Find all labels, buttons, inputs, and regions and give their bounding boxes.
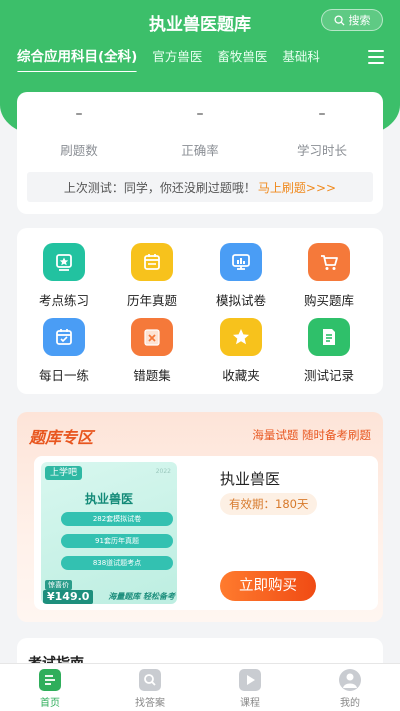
feature-label: 模拟试卷 (215, 293, 266, 308)
stat-value: – (75, 106, 83, 122)
badge-icon (43, 243, 85, 281)
cover-footer: 海量题库 轻松备考 (108, 592, 175, 601)
feature-label: 历年真题 (126, 293, 177, 308)
feature-test-records[interactable]: 测试记录 (293, 318, 365, 384)
feature-grid: 考点练习 历年真题 模拟试卷 购买题库 每日一练 错题集 收藏夹 测试记录 (17, 228, 383, 394)
nav-label: 我的 (340, 698, 360, 709)
stat-label: 学习时长 (296, 143, 347, 158)
nav-label: 课程 (240, 698, 260, 709)
question-bank-zone: 题库专区 海量试题 随时备考刷题 上学吧 2022 执业兽医 282套模拟试卷 … (17, 412, 383, 622)
feature-topic-practice[interactable]: 考点练习 (28, 243, 100, 309)
nav-profile[interactable]: 我的 (300, 664, 400, 711)
cover-title: 执业兽医 (84, 492, 133, 506)
stat-value: – (196, 106, 204, 122)
menu-icon[interactable] (368, 50, 384, 64)
tab-official-vet[interactable]: 官方兽医 (152, 46, 202, 72)
bottom-nav: 首页 找答案 课程 我的 (0, 663, 400, 711)
feature-mock-exam[interactable]: 模拟试卷 (205, 243, 277, 309)
feature-wrong-questions[interactable]: 错题集 (116, 318, 188, 384)
stats-card: – 刷题数 – 正确率 – 学习时长 上次测试：同学，你还没刷过题哦！ 马上刷题… (17, 92, 383, 214)
tab-comprehensive[interactable]: 综合应用科目(全科) (17, 46, 138, 72)
nav-label: 首页 (40, 698, 60, 709)
feature-label: 考点练习 (38, 293, 89, 308)
stat-label: 正确率 (181, 143, 219, 158)
wrong-book-icon (131, 318, 173, 356)
product-cover-image: 上学吧 2022 执业兽医 282套模拟试卷 91套历年真题 838道试题考点 … (41, 462, 177, 604)
cover-price: ¥149.0 (43, 590, 94, 604)
feature-buy-bank[interactable]: 购买题库 (293, 243, 365, 309)
calendar-icon (131, 243, 173, 281)
stat-label: 刷题数 (60, 143, 98, 158)
monitor-icon (220, 243, 262, 281)
course-icon (239, 669, 261, 691)
search-icon (333, 14, 345, 26)
calendar-check-icon (43, 318, 85, 356)
stat-value: – (318, 106, 326, 122)
product-name: 执业兽医 (220, 470, 281, 488)
feature-label: 购买题库 (303, 293, 354, 308)
start-practice-link[interactable]: 马上刷题>>> (258, 179, 336, 196)
cover-line: 91套历年真题 (61, 534, 173, 548)
cover-small-text: 2022 (155, 468, 171, 475)
feature-daily-practice[interactable]: 每日一练 (28, 318, 100, 384)
feature-favorites[interactable]: 收藏夹 (205, 318, 277, 384)
home-icon (39, 669, 61, 691)
stat-study-time: – 学习时长 (272, 106, 372, 159)
product-card[interactable]: 上学吧 2022 执业兽医 282套模拟试卷 91套历年真题 838道试题考点 … (34, 456, 378, 610)
feature-label: 每日一练 (38, 368, 89, 383)
cover-line: 838道试题考点 (61, 556, 173, 570)
buy-now-button[interactable]: 立即购买 (220, 571, 316, 601)
feature-label: 收藏夹 (222, 368, 260, 383)
search-label: 搜索 (348, 14, 371, 27)
feature-label: 错题集 (133, 368, 171, 383)
tab-livestock-vet[interactable]: 畜牧兽医 (217, 46, 267, 72)
profile-icon (339, 669, 361, 691)
search-button[interactable]: 搜索 (321, 9, 383, 31)
last-test-text: 上次测试：同学，你还没刷过题哦！ (63, 180, 256, 195)
last-test-banner[interactable]: 上次测试：同学，你还没刷过题哦！ 马上刷题>>> (27, 172, 373, 202)
nav-home[interactable]: 首页 (0, 664, 100, 711)
cover-price-tag: 惊喜价 (45, 580, 72, 590)
nav-course[interactable]: 课程 (200, 664, 300, 711)
find-answer-icon (139, 669, 161, 691)
validity-badge: 有效期：180天 (220, 493, 318, 515)
tab-basic[interactable]: 基础科 (282, 46, 320, 72)
zone-slogan: 海量试题 随时备考刷题 (252, 428, 371, 442)
cover-line: 282套模拟试卷 (61, 512, 173, 526)
nav-label: 找答案 (135, 698, 165, 709)
cover-brand: 上学吧 (45, 466, 83, 480)
zone-title: 题库专区 (29, 428, 94, 447)
nav-find-answer[interactable]: 找答案 (100, 664, 200, 711)
subject-tabs: 综合应用科目(全科) 官方兽医 畜牧兽医 基础科 (17, 46, 366, 72)
feature-label: 测试记录 (303, 368, 354, 383)
stat-questions: – 刷题数 (29, 106, 129, 159)
star-icon (220, 318, 262, 356)
stat-accuracy: – 正确率 (150, 106, 250, 159)
feature-past-exams[interactable]: 历年真题 (116, 243, 188, 309)
document-icon (308, 318, 350, 356)
cart-icon (308, 243, 350, 281)
